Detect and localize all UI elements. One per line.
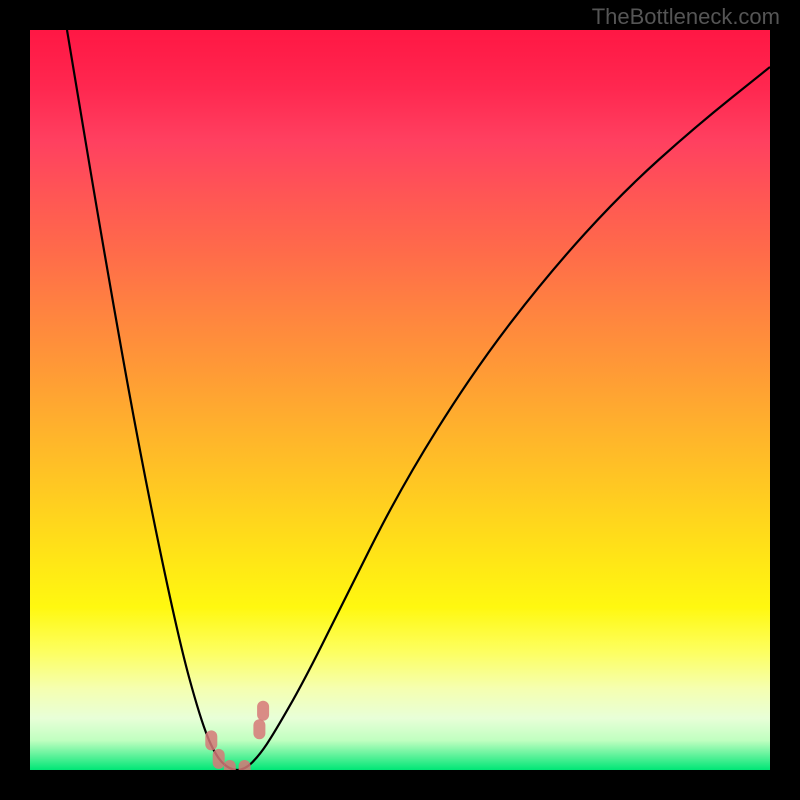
bottleneck-curve (67, 30, 770, 770)
data-point (205, 730, 217, 750)
data-point (253, 719, 265, 739)
watermark-text: TheBottleneck.com (592, 4, 780, 30)
data-point (213, 749, 225, 769)
data-point (224, 760, 236, 770)
data-points-group (205, 701, 269, 770)
data-point (257, 701, 269, 721)
data-point (239, 760, 251, 770)
chart-svg (30, 30, 770, 770)
